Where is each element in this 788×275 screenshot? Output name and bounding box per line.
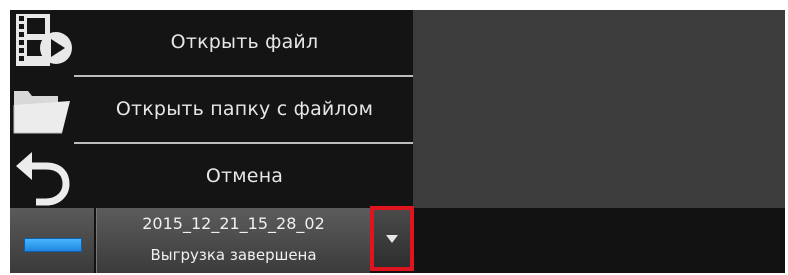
undo-arrow-icon — [10, 144, 74, 208]
film-play-icon — [10, 10, 74, 74]
download-item[interactable]: 2015_12_21_15_28_02 Выгрузка завершена — [96, 208, 370, 273]
download-status: Выгрузка завершена — [150, 246, 317, 264]
chevron-down-icon — [386, 234, 398, 243]
download-menu-button[interactable] — [370, 206, 414, 271]
progress-fill — [24, 238, 82, 252]
menu-item-label: Отмена — [205, 165, 284, 187]
menu-item-open-folder[interactable]: Открыть папку с файлом — [10, 77, 413, 141]
menu-item-label: Открыть папку с файлом — [115, 98, 374, 120]
download-progress — [10, 208, 94, 273]
download-filename: 2015_12_21_15_28_02 — [142, 214, 325, 233]
folder-open-icon — [10, 77, 74, 141]
context-menu: Открыть файл Открыть папку с файлом Отме… — [10, 10, 413, 208]
menu-item-label: Открыть файл — [170, 31, 319, 53]
menu-item-cancel[interactable]: Отмена — [10, 144, 413, 208]
menu-item-open-file[interactable]: Открыть файл — [10, 10, 413, 74]
